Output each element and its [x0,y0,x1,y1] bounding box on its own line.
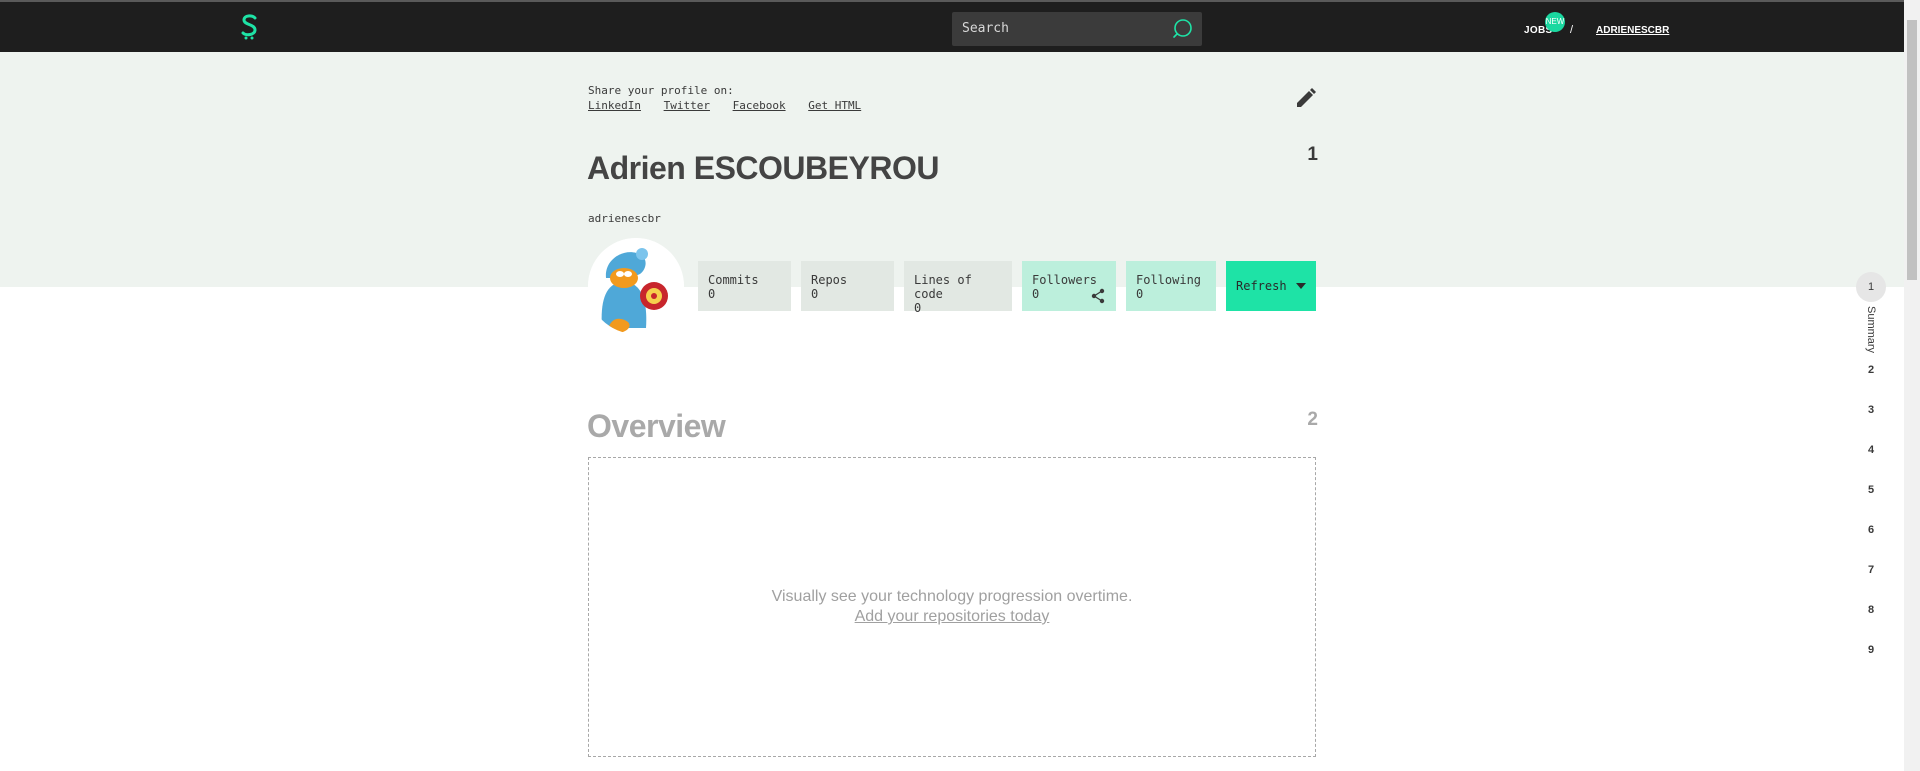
username-link[interactable]: ADRIENESCBR [1596,25,1669,36]
stat-followers[interactable]: Followers 0 [1022,261,1116,311]
stat-following[interactable]: Following 0 [1126,261,1216,311]
stat-label: Following [1136,273,1202,287]
profile-header-band [0,52,1904,287]
stat-label: Followers [1032,273,1098,287]
search-box[interactable]: Search [952,12,1202,46]
page-scrollbar[interactable] [1904,0,1920,771]
search-input[interactable]: Search [962,21,1009,36]
overview-title: Overview [587,408,726,444]
profile-handle: adrienescbr [588,212,661,225]
stat-value: 0 [914,301,922,315]
garfield-avatar [588,238,684,334]
overview-placeholder-box: Visually see your technology progression… [588,457,1316,757]
nav-item-2[interactable]: 2 [1856,364,1886,376]
chevron-down-icon[interactable] [1296,283,1306,289]
top-navigation-bar: Search JOBS NEW / ADRIENESCBR [0,0,1904,52]
avatar [588,238,684,334]
stat-label: Commits [708,273,759,287]
get-html-link[interactable]: Get HTML [808,99,861,112]
new-badge: NEW [1545,12,1565,32]
stat-value: 0 [708,287,716,301]
nav-item-5[interactable]: 5 [1856,484,1886,496]
s-logo-icon[interactable] [240,14,260,40]
nav-separator: / [1570,24,1574,36]
refresh-button[interactable]: Refresh [1226,261,1316,311]
nav-item-9[interactable]: 9 [1856,644,1886,656]
stat-label: Lines of code [914,273,972,301]
search-icon[interactable] [1172,18,1194,40]
scrollbar-thumb[interactable] [1907,20,1917,280]
nav-item-7[interactable]: 7 [1856,564,1886,576]
refresh-label: Refresh [1236,279,1287,293]
stat-value: 0 [811,287,819,301]
share-linkedin-link[interactable]: LinkedIn [588,99,641,112]
stat-value: 0 [1136,287,1144,301]
section-number-overview: 2 [1307,409,1318,430]
share-twitter-link[interactable]: Twitter [664,99,710,112]
add-repositories-link[interactable]: Add your repositories today [589,608,1315,626]
stat-commits[interactable]: Commits 0 [698,261,791,311]
share-profile-label: Share your profile on: [588,84,734,97]
nav-item-6[interactable]: 6 [1856,524,1886,536]
pencil-icon[interactable] [1294,86,1318,110]
nav-item-4[interactable]: 4 [1856,444,1886,456]
nav-item-8[interactable]: 8 [1856,604,1886,616]
stat-repos[interactable]: Repos 0 [801,261,894,311]
section-number-summary: 1 [1307,144,1318,165]
stat-lines-of-code[interactable]: Lines of code 0 [904,261,1012,315]
nav-item-1-active[interactable]: 1 [1856,272,1886,302]
profile-name: Adrien ESCOUBEYROU [587,150,939,186]
share-facebook-link[interactable]: Facebook [733,99,786,112]
overview-message: Visually see your technology progression… [771,588,1133,605]
nav-summary-label: Summary [1865,306,1877,354]
share-links: LinkedIn Twitter Facebook Get HTML [588,99,877,112]
stat-label: Repos [811,273,848,287]
share-icon[interactable] [1090,288,1106,304]
nav-item-3[interactable]: 3 [1856,404,1886,416]
